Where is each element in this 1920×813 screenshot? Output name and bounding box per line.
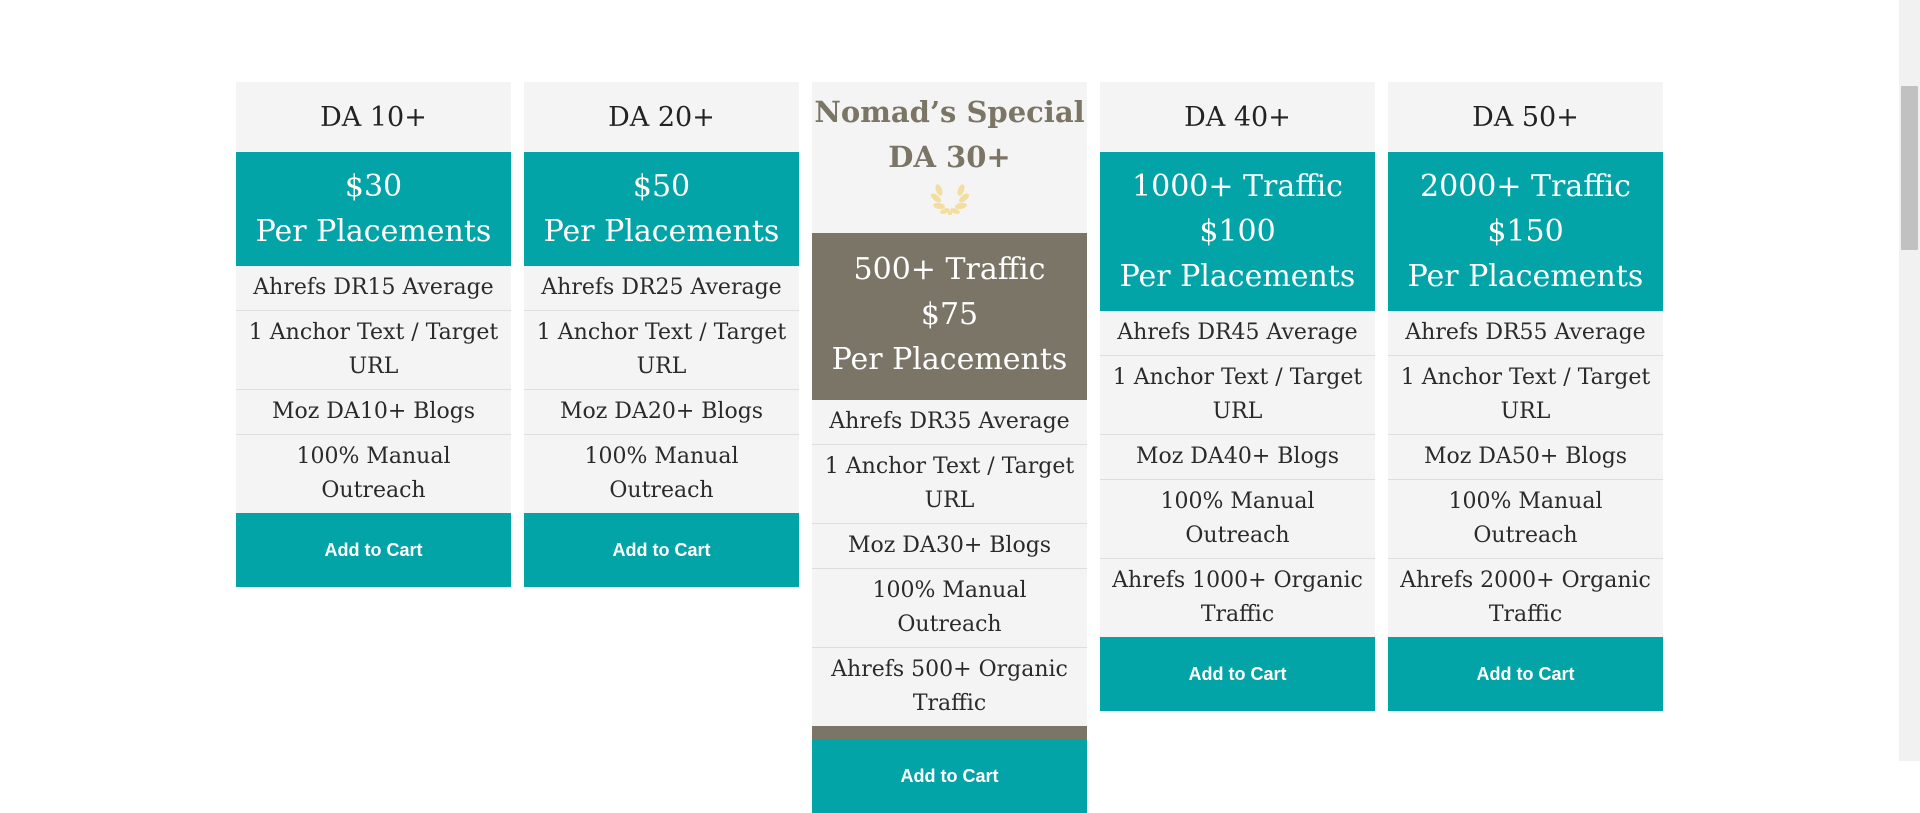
feature-item: Moz DA10+ Blogs: [236, 389, 511, 434]
feature-item: 1 Anchor Text / Target URL: [524, 310, 799, 389]
add-to-cart-button[interactable]: Add to Cart: [524, 513, 799, 587]
pricing-card-da10: DA 10+ $30 Per Placements Ahrefs DR15 Av…: [236, 82, 511, 587]
price-unit: Per Placements: [255, 214, 492, 249]
feature-item: 100% Manual Outreach: [236, 434, 511, 513]
price-unit: Per Placements: [831, 342, 1068, 377]
feature-item: 1 Anchor Text / Target URL: [1388, 355, 1663, 434]
price-unit: Per Placements: [1407, 259, 1644, 294]
plan-title: DA 20+: [608, 101, 715, 133]
feature-item: 100% Manual Outreach: [1100, 479, 1375, 558]
price-amount: $75: [920, 297, 979, 332]
laurel-wreath-icon: [930, 184, 969, 215]
plan-title: DA 50+: [1472, 101, 1579, 133]
feature-item: Ahrefs DR35 Average: [829, 409, 1070, 434]
feature-item: 1 Anchor Text / Target URL: [1100, 355, 1375, 434]
feature-item: Ahrefs DR55 Average: [1405, 320, 1646, 345]
feature-list: Ahrefs DR25 Average 1 Anchor Text / Targ…: [524, 266, 799, 513]
plan-title: Nomad’s Special DA 30+: [812, 82, 1087, 233]
pricing-card-nomads-special: Nomad’s Special DA 30+ 500+ Traffic $75: [812, 82, 1087, 813]
feature-item: Ahrefs 500+ Organic Traffic: [812, 647, 1087, 726]
accent-bar: [812, 726, 1087, 739]
feature-list: Ahrefs DR35 Average 1 Anchor Text / Targ…: [812, 400, 1087, 726]
pricing-card-da50: DA 50+ 2000+ Traffic $150 Per Placements…: [1388, 82, 1663, 711]
plan-title-line: DA 30+: [888, 140, 1011, 174]
feature-item: 100% Manual Outreach: [812, 568, 1087, 647]
price-traffic: 1000+ Traffic: [1132, 169, 1343, 204]
add-to-cart-button[interactable]: Add to Cart: [236, 513, 511, 587]
feature-item: Moz DA20+ Blogs: [524, 389, 799, 434]
plan-price: 2000+ Traffic $150 Per Placements: [1388, 152, 1663, 311]
feature-item: Moz DA40+ Blogs: [1100, 434, 1375, 479]
add-to-cart-button[interactable]: Add to Cart: [1388, 637, 1663, 711]
feature-item: Ahrefs 2000+ Organic Traffic: [1388, 558, 1663, 637]
plan-price: 500+ Traffic $75 Per Placements: [812, 233, 1087, 400]
vertical-scrollbar[interactable]: [1899, 0, 1920, 761]
plan-title-line: Nomad’s Special: [814, 95, 1085, 129]
feature-list: Ahrefs DR45 Average 1 Anchor Text / Targ…: [1100, 311, 1375, 637]
feature-item: 100% Manual Outreach: [1388, 479, 1663, 558]
feature-list: Ahrefs DR15 Average 1 Anchor Text / Targ…: [236, 266, 511, 513]
add-to-cart-button[interactable]: Add to Cart: [1100, 637, 1375, 711]
plan-price: $30 Per Placements: [236, 152, 511, 266]
price-unit: Per Placements: [1119, 259, 1356, 294]
plan-price: $50 Per Placements: [524, 152, 799, 266]
feature-item: Ahrefs DR25 Average: [541, 275, 782, 300]
plan-price: 1000+ Traffic $100 Per Placements: [1100, 152, 1375, 311]
feature-item: Ahrefs DR45 Average: [1117, 320, 1358, 345]
price-traffic: 500+ Traffic: [853, 252, 1046, 287]
feature-item: Moz DA30+ Blogs: [812, 523, 1087, 568]
feature-item: 100% Manual Outreach: [524, 434, 799, 513]
price-amount: $100: [1199, 214, 1276, 249]
scrollbar-thumb[interactable]: [1901, 86, 1918, 250]
feature-item: 1 Anchor Text / Target URL: [812, 444, 1087, 523]
feature-item: Ahrefs DR15 Average: [253, 275, 494, 300]
price-amount: $150: [1487, 214, 1564, 249]
price-unit: Per Placements: [543, 214, 780, 249]
pricing-card-da40: DA 40+ 1000+ Traffic $100 Per Placements…: [1100, 82, 1375, 711]
pricing-tables: DA 10+ $30 Per Placements Ahrefs DR15 Av…: [236, 82, 1663, 813]
feature-item: Ahrefs 1000+ Organic Traffic: [1100, 558, 1375, 637]
feature-list: Ahrefs DR55 Average 1 Anchor Text / Targ…: [1388, 311, 1663, 637]
price-amount: $30: [344, 169, 403, 204]
add-to-cart-button[interactable]: Add to Cart: [812, 739, 1087, 813]
plan-title: DA 40+: [1184, 101, 1291, 133]
feature-item: 1 Anchor Text / Target URL: [236, 310, 511, 389]
price-traffic: 2000+ Traffic: [1420, 169, 1631, 204]
pricing-card-da20: DA 20+ $50 Per Placements Ahrefs DR25 Av…: [524, 82, 799, 587]
feature-item: Moz DA50+ Blogs: [1388, 434, 1663, 479]
price-amount: $50: [632, 169, 691, 204]
plan-title: DA 10+: [320, 101, 427, 133]
